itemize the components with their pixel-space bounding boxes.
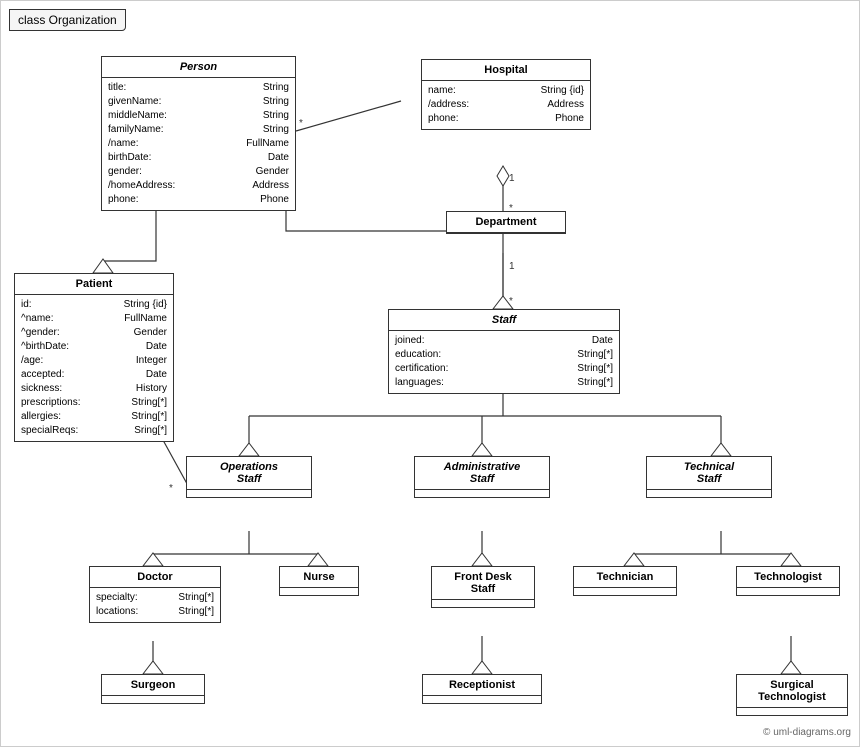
person-class: Person title:String givenName:String mid… <box>101 56 296 211</box>
patient-class-name: Patient <box>15 274 173 295</box>
receptionist-class: Receptionist <box>422 674 542 704</box>
tech-staff-class: Technical Staff <box>646 456 772 498</box>
hospital-class-name: Hospital <box>422 60 590 81</box>
receptionist-class-name: Receptionist <box>423 675 541 696</box>
diagram-container: class Organization <box>0 0 860 747</box>
technician-class: Technician <box>573 566 677 596</box>
staff-class-attrs: joined:Date education:String[*] certific… <box>389 331 619 393</box>
department-class-name: Department <box>447 212 565 233</box>
staff-class-name: Staff <box>389 310 619 331</box>
hospital-class: Hospital name:String {id} /address:Addre… <box>421 59 591 130</box>
svg-text:*: * <box>299 118 303 129</box>
svg-text:1: 1 <box>509 173 515 184</box>
surgical-tech-class: Surgical Technologist <box>736 674 848 716</box>
nurse-class-name: Nurse <box>280 567 358 588</box>
svg-text:*: * <box>169 483 173 494</box>
diagram-title: class Organization <box>9 9 126 31</box>
ops-staff-class-name: Operations Staff <box>187 457 311 490</box>
surgeon-class: Surgeon <box>101 674 205 704</box>
admin-staff-class-name: Administrative Staff <box>415 457 549 490</box>
technologist-class: Technologist <box>736 566 840 596</box>
ops-staff-class: Operations Staff <box>186 456 312 498</box>
patient-class: Patient id:String {id} ^name:FullName ^g… <box>14 273 174 442</box>
person-class-attrs: title:String givenName:String middleName… <box>102 78 295 210</box>
svg-text:1: 1 <box>509 261 515 272</box>
staff-class: Staff joined:Date education:String[*] ce… <box>388 309 620 394</box>
technician-class-name: Technician <box>574 567 676 588</box>
hospital-class-attrs: name:String {id} /address:Address phone:… <box>422 81 590 129</box>
admin-staff-class: Administrative Staff <box>414 456 550 498</box>
department-class: Department <box>446 211 566 234</box>
surgeon-class-name: Surgeon <box>102 675 204 696</box>
nurse-class: Nurse <box>279 566 359 596</box>
patient-class-attrs: id:String {id} ^name:FullName ^gender:Ge… <box>15 295 173 441</box>
doctor-class: Doctor specialty:String[*] locations:Str… <box>89 566 221 623</box>
watermark: © uml-diagrams.org <box>763 727 851 738</box>
svg-text:*: * <box>509 296 513 307</box>
technologist-class-name: Technologist <box>737 567 839 588</box>
doctor-class-attrs: specialty:String[*] locations:String[*] <box>90 588 220 622</box>
surgical-tech-class-name: Surgical Technologist <box>737 675 847 708</box>
doctor-class-name: Doctor <box>90 567 220 588</box>
front-desk-class-name: Front Desk Staff <box>432 567 534 600</box>
tech-staff-class-name: Technical Staff <box>647 457 771 490</box>
person-class-name: Person <box>102 57 295 78</box>
front-desk-class: Front Desk Staff <box>431 566 535 608</box>
